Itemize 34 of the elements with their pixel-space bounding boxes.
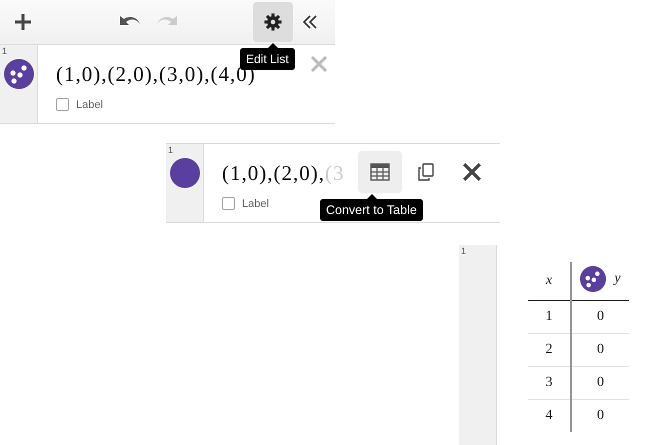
settings-icon (264, 13, 282, 31)
table-cell[interactable]: 0 (571, 334, 629, 366)
column-header[interactable]: x (528, 262, 571, 300)
tooltip-pointer (268, 43, 278, 48)
duplicate-icon[interactable] (417, 163, 435, 181)
table-cell[interactable]: 0 (571, 366, 629, 400)
table-cell[interactable]: 3 (528, 366, 571, 400)
checkbox[interactable] (222, 197, 235, 210)
tooltip: Convert to Table (320, 199, 423, 221)
table-cell[interactable]: 0 (571, 300, 629, 334)
table-cell[interactable]: 4 (528, 400, 571, 432)
table-cell[interactable]: 0 (571, 400, 629, 432)
expression-number: 1 (461, 246, 466, 256)
tooltip: Edit List (240, 48, 295, 70)
expression-number: 1 (2, 46, 8, 56)
table-cell[interactable]: 1 (528, 300, 571, 334)
collapse-icon[interactable] (302, 14, 318, 30)
table-button[interactable] (358, 151, 402, 193)
column-title: y (614, 270, 621, 286)
add-icon[interactable] (14, 13, 32, 31)
checkbox[interactable] (56, 98, 69, 111)
point-style-icon[interactable] (170, 158, 200, 188)
points-icon[interactable] (580, 266, 606, 292)
close-icon[interactable] (462, 162, 482, 182)
table-icon (370, 163, 390, 181)
column-header[interactable]: y (571, 262, 629, 300)
label-text: Label (76, 98, 103, 110)
points-icon[interactable] (4, 59, 34, 89)
tooltip-pointer (367, 194, 377, 199)
settings-button[interactable] (253, 2, 293, 42)
undo-icon[interactable] (118, 14, 142, 28)
label-text: Label (242, 198, 269, 210)
table-cell[interactable]: 2 (528, 334, 571, 366)
expression-number: 1 (168, 145, 174, 155)
